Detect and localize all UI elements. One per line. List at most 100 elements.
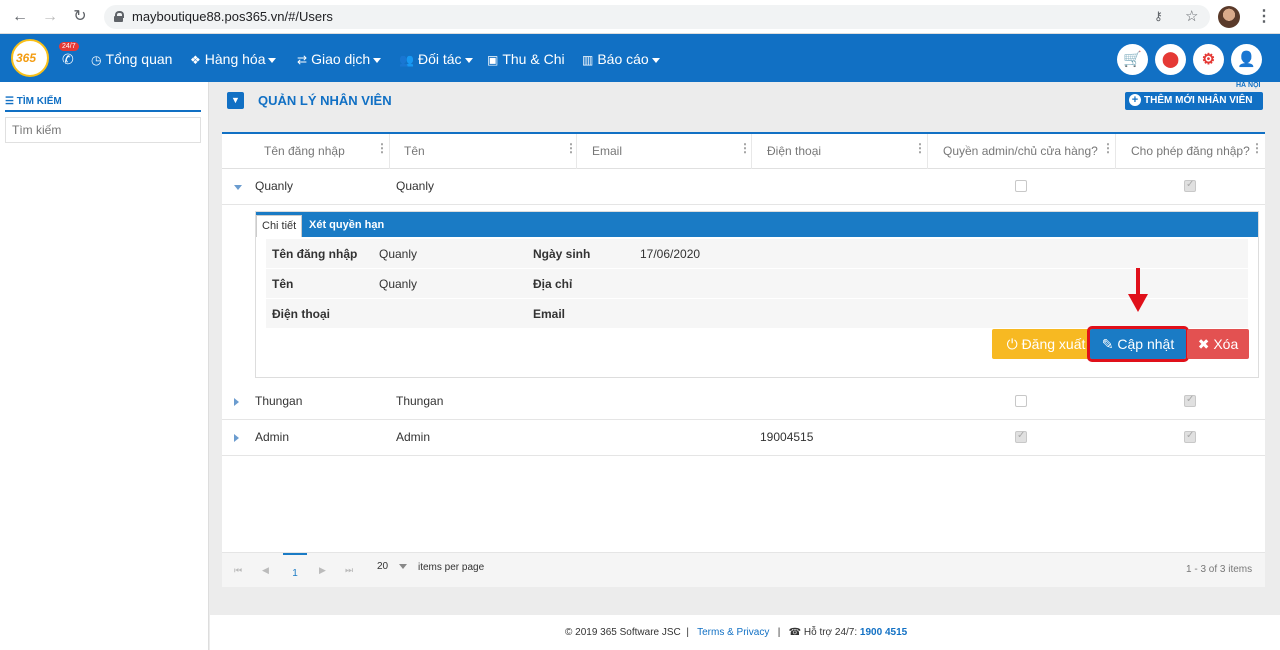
support-phone-link[interactable]: 1900 4515 bbox=[860, 627, 907, 638]
browser-toolbar: ← → ↻ mayboutique88.pos365.vn/#/Users ⚷ … bbox=[0, 0, 1280, 34]
column-separator bbox=[751, 134, 752, 169]
label-phone: Điện thoại bbox=[272, 307, 331, 321]
logo-text: 365 bbox=[16, 51, 37, 65]
first-page-icon[interactable]: ⏮ bbox=[234, 565, 242, 576]
nav-thu-chi[interactable]: ▣ Thu & Chi bbox=[487, 51, 565, 67]
column-header-admin[interactable]: Quyền admin/chủ cửa hàng? bbox=[943, 144, 1098, 158]
column-header-username[interactable]: Tên đăng nhập bbox=[264, 144, 345, 158]
value-birthday: 17/06/2020 bbox=[640, 247, 701, 261]
detail-row: Tên đăng nhập Quanly Ngày sinh 17/06/202… bbox=[266, 239, 1248, 269]
logout-button[interactable]: ⏻ Đăng xuất bbox=[992, 329, 1100, 359]
cell-name: Admin bbox=[396, 430, 431, 444]
user-icon[interactable]: 👤 bbox=[1231, 44, 1262, 75]
nav-label: Đối tác bbox=[417, 51, 462, 67]
caret-down-icon bbox=[373, 57, 382, 63]
update-label: Cập nhật bbox=[1117, 336, 1175, 352]
column-menu-icon[interactable]: ⋮ bbox=[739, 142, 751, 154]
footer: © 2019 365 Software JSC | Terms & Privac… bbox=[210, 615, 1280, 650]
back-icon[interactable]: ← bbox=[10, 7, 30, 27]
nav-label: Báo cáo bbox=[597, 51, 649, 67]
location-icon[interactable]: ⬤ bbox=[1155, 44, 1186, 75]
app-logo[interactable]: 365 bbox=[11, 39, 49, 77]
reload-icon[interactable]: ↻ bbox=[70, 7, 90, 27]
nav-bao-cao[interactable]: ▥ Báo cáo bbox=[582, 51, 660, 67]
column-header-can-login[interactable]: Cho phép đăng nhập? bbox=[1131, 144, 1250, 158]
cell-name: Thungan bbox=[396, 394, 444, 408]
sidebar-title-text: TÌM KIẾM bbox=[16, 96, 62, 107]
caret-down-icon bbox=[651, 57, 660, 63]
dashboard-icon: ◷ bbox=[91, 53, 102, 67]
page-number[interactable]: 1 bbox=[283, 553, 307, 588]
expand-arrow-icon[interactable] bbox=[234, 398, 239, 406]
label-name: Tên bbox=[272, 277, 294, 291]
browser-menu-icon[interactable]: ⋮ bbox=[1256, 6, 1272, 26]
update-button[interactable]: ✎ Cập nhật bbox=[1087, 326, 1189, 362]
label-birthday: Ngày sinh bbox=[533, 247, 591, 261]
expand-arrow-icon[interactable] bbox=[234, 434, 239, 442]
value-name: Quanly bbox=[379, 277, 418, 291]
copyright: © 2019 365 Software JSC bbox=[565, 627, 681, 638]
money-icon: ▣ bbox=[487, 53, 499, 67]
users-icon: 👥 bbox=[399, 53, 414, 67]
can-login-checkbox bbox=[1184, 179, 1196, 192]
page-size-select[interactable]: 20 bbox=[377, 561, 388, 572]
column-header-email[interactable]: Email bbox=[592, 144, 622, 158]
label-username: Tên đăng nhập bbox=[272, 247, 358, 261]
add-employee-button[interactable]: + THÊM MỚI NHÂN VIÊN bbox=[1125, 92, 1263, 110]
forward-icon[interactable]: → bbox=[40, 7, 60, 27]
nav-tong-quan[interactable]: ◷ Tổng quan bbox=[91, 51, 172, 67]
bookmark-star-icon[interactable]: ☆ bbox=[1185, 7, 1198, 25]
detail-tabs: Chi tiết Xét quyền hạn bbox=[256, 212, 1258, 237]
cell-username: Quanly bbox=[255, 179, 294, 193]
table-row[interactable]: Thungan Thungan bbox=[222, 384, 1265, 420]
delete-button[interactable]: ✖ Xóa bbox=[1187, 329, 1249, 359]
grid-header: Tên đăng nhập ⋮ Tên ⋮ Email ⋮ Điện thoại… bbox=[222, 134, 1265, 169]
support-label: Hỗ trợ 24/7: bbox=[803, 627, 858, 638]
last-page-icon[interactable]: ⏭ bbox=[345, 565, 353, 576]
cell-username: Admin bbox=[255, 430, 290, 444]
app-header: 365 24/7 ✆ ◷ Tổng quan ❖ Hàng hóa ⇄ Giao dị… bbox=[0, 34, 1280, 82]
sidebar-title: ☰ TÌM KIẾM bbox=[5, 96, 62, 107]
caret-down-icon bbox=[268, 57, 277, 63]
key-icon[interactable]: ⚷ bbox=[1154, 9, 1163, 23]
column-menu-icon[interactable]: ⋮ bbox=[376, 142, 388, 154]
column-menu-icon[interactable]: ⋮ bbox=[914, 142, 926, 154]
exchange-icon: ⇄ bbox=[297, 53, 308, 67]
profile-avatar[interactable] bbox=[1218, 6, 1240, 28]
cubes-icon: ❖ bbox=[190, 53, 201, 67]
prev-page-icon[interactable]: ◀ bbox=[262, 565, 269, 576]
admin-checkbox bbox=[1015, 395, 1027, 407]
edit-icon: ✎ bbox=[1101, 336, 1114, 352]
settings-gear-icon[interactable]: ⚙ bbox=[1193, 44, 1224, 75]
tab-xet-quyen-han[interactable]: Xét quyền hạn bbox=[304, 215, 389, 237]
delete-label: Xóa bbox=[1213, 336, 1239, 352]
table-row[interactable]: Admin Admin 19004515 bbox=[222, 420, 1265, 456]
nav-giao-dich[interactable]: ⇄ Giao dịch bbox=[297, 51, 382, 67]
bar-chart-icon: ▥ bbox=[582, 53, 594, 67]
column-header-phone[interactable]: Điện thoại bbox=[767, 144, 821, 158]
chevron-down-icon[interactable] bbox=[399, 564, 407, 569]
terms-link[interactable]: Terms & Privacy bbox=[697, 627, 769, 638]
cell-username: Thungan bbox=[255, 394, 303, 408]
table-row[interactable]: Quanly Quanly bbox=[222, 169, 1265, 205]
lock-icon bbox=[114, 11, 124, 22]
phone-icon[interactable]: ✆ bbox=[62, 51, 74, 68]
can-login-checkbox bbox=[1184, 430, 1196, 443]
column-menu-icon[interactable]: ⋮ bbox=[1102, 142, 1114, 154]
cart-icon[interactable]: 🛒 bbox=[1117, 44, 1148, 75]
pager: ⏮ ◀ 1 ▶ ⏭ 20 items per page 1 - 3 of 3 i… bbox=[222, 552, 1265, 587]
search-input[interactable] bbox=[5, 117, 201, 143]
column-menu-icon[interactable]: ⋮ bbox=[1251, 142, 1263, 154]
caret-down-icon bbox=[464, 57, 473, 63]
filter-icon[interactable]: ▼ bbox=[227, 92, 244, 109]
detail-panel: Chi tiết Xét quyền hạn Tên đăng nhập Qua… bbox=[255, 211, 1259, 378]
nav-doi-tac[interactable]: 👥 Đối tác bbox=[399, 51, 473, 67]
label-email: Email bbox=[533, 307, 566, 321]
power-icon: ⏻ bbox=[1006, 336, 1018, 352]
collapse-arrow-icon[interactable] bbox=[234, 185, 242, 190]
next-page-icon[interactable]: ▶ bbox=[319, 565, 326, 576]
address-bar[interactable]: mayboutique88.pos365.vn/#/Users bbox=[104, 5, 1210, 29]
nav-hang-hoa[interactable]: ❖ Hàng hóa bbox=[190, 51, 277, 67]
tab-chi-tiet[interactable]: Chi tiết bbox=[256, 215, 303, 237]
column-header-name[interactable]: Tên bbox=[404, 144, 425, 158]
